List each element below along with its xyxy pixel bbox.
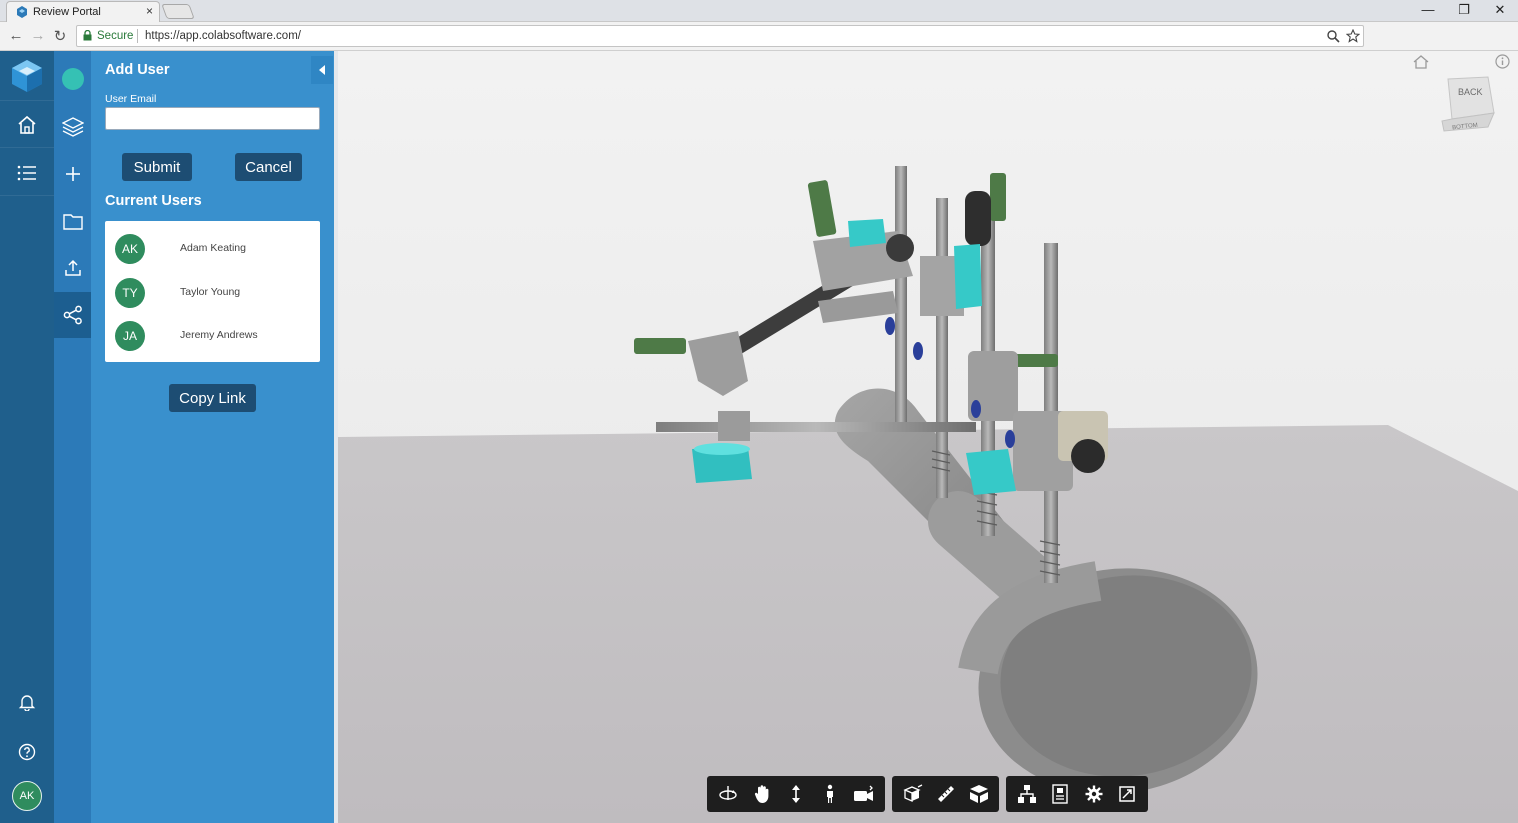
secondary-rail [54,51,91,823]
tab-title: Review Portal [33,6,101,18]
section-icon [969,785,988,803]
user-name: Jeremy Andrews [180,329,258,341]
model-render [338,51,1518,823]
browser-tab[interactable]: Review Portal × [6,1,160,22]
tools-toolbar [892,776,999,812]
view-cube-bottom-label: BOTTOM [1452,123,1478,132]
url-text[interactable]: https://app.colabsoftware.com/ [145,30,301,42]
back-icon[interactable]: ← [7,27,25,44]
minimize-button[interactable]: — [1410,2,1446,17]
list-icon [17,165,36,180]
navigation-toolbar [707,776,885,812]
user-name: Taylor Young [180,286,241,298]
cancel-button[interactable]: Cancel [235,153,302,181]
zoom-icon [792,785,800,803]
avatar: AK [12,781,42,811]
add-button[interactable] [54,151,91,197]
explode-icon [902,784,922,802]
user-email-input[interactable] [105,107,320,130]
lock-icon [83,30,92,41]
pan-icon [754,785,769,803]
fullscreen-button[interactable] [1111,779,1145,809]
viewer-home-icon[interactable] [1413,55,1429,69]
list-item[interactable]: AK Adam Keating [105,234,320,278]
new-tab-button[interactable] [161,4,195,19]
folder-button[interactable] [54,198,91,244]
add-user-title: Add User [105,62,170,78]
settings-toolbar [1006,776,1148,812]
add-icon [65,167,80,181]
submit-button[interactable]: Submit [122,153,192,181]
secure-label: Secure [97,30,134,42]
logo-button[interactable] [0,51,54,101]
avatar: JA [115,321,145,351]
orbit-button[interactable] [711,779,745,809]
measure-button[interactable] [929,779,962,809]
close-window-button[interactable]: ✕ [1482,2,1518,18]
view-cube[interactable]: BACK BOTTOM [1440,73,1496,133]
user-email-label: User Email [105,93,157,105]
share-icon [63,305,82,325]
browser-titlebar: Review Portal × — ❐ ✕ [0,0,1518,22]
settings-icon [1085,785,1103,803]
logo-icon [12,59,42,92]
zoom-button[interactable] [779,779,813,809]
status-dot [61,68,84,90]
orbit-icon [719,786,737,800]
copy-link-button[interactable]: Copy Link [169,384,256,412]
camera-button[interactable] [847,779,881,809]
address-bar: ← → ↻ Secure https://app.colabsoftware.c… [0,22,1518,51]
properties-icon [1052,784,1068,804]
layers-icon [61,117,84,137]
omnibox-separator [137,29,138,43]
folder-icon [62,213,83,230]
layers-button[interactable] [54,104,91,150]
user-name: Adam Keating [180,242,246,254]
section-button[interactable] [962,779,995,809]
bookmark-star-icon[interactable] [1346,29,1360,43]
help-button[interactable] [0,729,54,775]
caret-left-icon [318,65,325,75]
walk-button[interactable] [813,779,847,809]
bell-icon [18,695,36,711]
walk-icon [827,784,833,803]
avatar: AK [115,234,145,264]
tab-close-icon[interactable]: × [146,4,153,18]
info-icon[interactable] [1495,54,1510,69]
share-button[interactable] [54,292,91,338]
pan-button[interactable] [745,779,779,809]
status-button[interactable] [54,56,91,102]
favicon-icon [17,6,27,18]
model-browser-icon [1017,785,1036,803]
list-item[interactable]: TY Taylor Young [105,278,320,322]
camera-icon [854,785,873,801]
omnibox[interactable]: Secure https://app.colabsoftware.com/ [76,25,1364,47]
explode-button[interactable] [896,779,929,809]
zoom-page-icon[interactable] [1327,30,1340,43]
collapse-panel-button[interactable] [311,56,333,84]
settings-button[interactable] [1077,779,1111,809]
home-icon [18,115,36,134]
restore-button[interactable]: ❐ [1446,2,1482,18]
measure-icon [937,786,954,802]
fullscreen-icon [1119,786,1135,802]
user-avatar-button[interactable]: AK [0,773,54,819]
properties-button[interactable] [1044,779,1078,809]
help-icon [18,743,36,761]
reload-icon[interactable]: ↻ [51,27,69,45]
model-browser-button[interactable] [1010,779,1044,809]
notifications-button[interactable] [0,679,54,725]
upload-icon [64,259,81,276]
avatar: TY [115,278,145,308]
current-users-list: AK Adam Keating TY Taylor Young JA Jerem… [105,221,320,362]
list-button[interactable] [0,150,54,196]
upload-button[interactable] [54,245,91,291]
primary-rail: AK [0,51,54,823]
model-viewport[interactable]: BACK BOTTOM [338,51,1518,823]
view-cube-back-label: BACK [1458,87,1483,97]
home-button[interactable] [0,102,54,148]
forward-icon[interactable]: → [29,27,47,44]
current-users-title: Current Users [105,193,202,209]
list-item[interactable]: JA Jeremy Andrews [105,321,320,365]
